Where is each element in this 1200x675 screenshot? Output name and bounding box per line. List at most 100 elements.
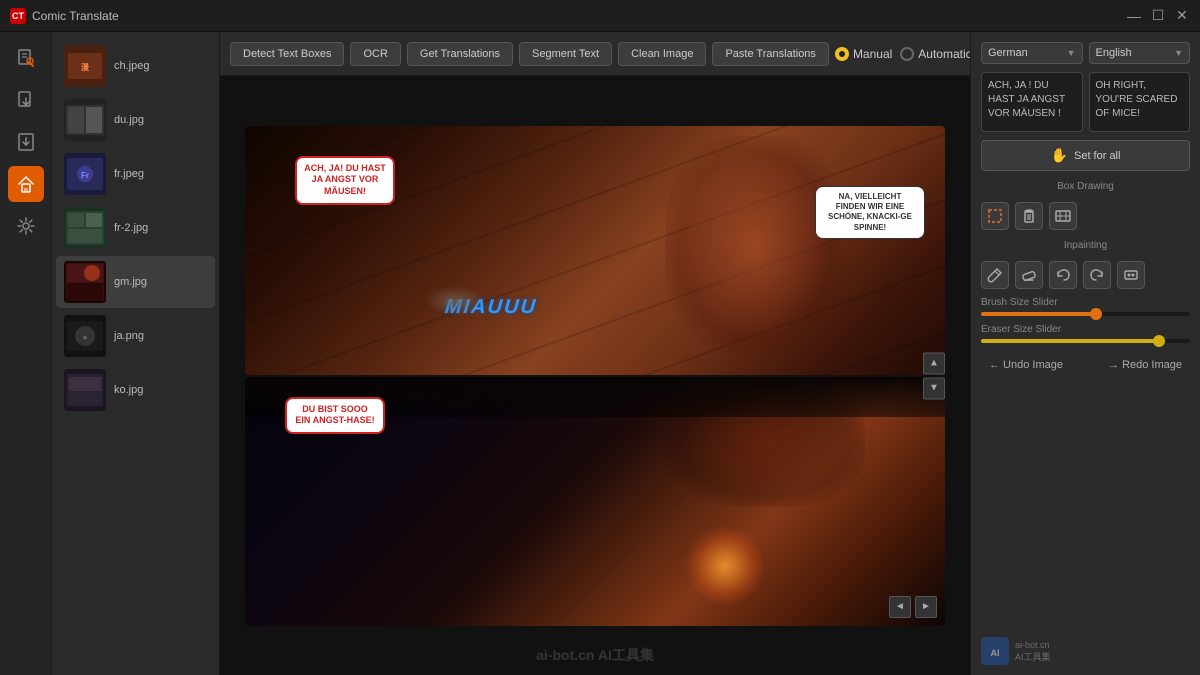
eraser-size-slider-row: Eraser Size Slider <box>981 324 1190 343</box>
branding-logo: AI <box>981 637 1009 665</box>
minimize-button[interactable]: — <box>1126 8 1142 24</box>
target-lang-label: English <box>1096 47 1132 59</box>
comic-area: MIAUUU ACH, JA! DU HAST JA ANGST VOR MÄU… <box>245 126 945 626</box>
undo-redo-row: ← Undo Image → Redo Image <box>981 355 1190 375</box>
sidebar-settings-icon[interactable] <box>8 208 44 244</box>
file-item-fr2[interactable]: fr-2.jpg <box>56 202 215 254</box>
mode-manual[interactable]: Manual <box>835 47 892 61</box>
window-controls: — ☐ ✕ <box>1126 8 1190 24</box>
file-item-ch[interactable]: 漫 ch.jpeg <box>56 40 215 92</box>
ocr-button[interactable]: OCR <box>350 42 400 66</box>
mode-automatic-radio[interactable] <box>900 47 914 61</box>
translation-row: ACH, JA ! DU HAST JA ANGST VOR MÄUSEN ! … <box>981 72 1190 132</box>
branding: AI ai-bot.cn AI工具集 <box>981 629 1190 665</box>
titlebar-left: CT Comic Translate <box>10 8 119 24</box>
undo-icon[interactable] <box>1049 261 1077 289</box>
brush-size-track[interactable] <box>981 312 1190 316</box>
delete-box-icon[interactable] <box>1015 202 1043 230</box>
inpainting-tools <box>981 261 1190 289</box>
file-item-fr[interactable]: Fr fr.jpeg <box>56 148 215 200</box>
redo-icon[interactable] <box>1083 261 1111 289</box>
svg-text:Fr: Fr <box>81 171 89 180</box>
target-text-box[interactable]: OH RIGHT, YOU'RE SCARED OF MICE! <box>1089 72 1191 132</box>
main-layout: 漫 ch.jpeg du.jpg Fr fr.jpeg fr-2.jpg <box>0 32 1200 675</box>
target-lang-chevron: ▼ <box>1174 48 1183 58</box>
mode-selector: Manual Automatic <box>835 47 970 61</box>
mode-manual-radio[interactable] <box>835 47 849 61</box>
brush-size-thumb[interactable] <box>1090 308 1102 320</box>
file-item-du[interactable]: du.jpg <box>56 94 215 146</box>
detect-boxes-button[interactable]: Detect Text Boxes <box>230 42 344 66</box>
scroll-controls: ▲ ▼ <box>923 352 945 399</box>
file-thumb-fr2 <box>64 207 106 249</box>
file-thumb-du <box>64 99 106 141</box>
redo-image-button[interactable]: → Redo Image <box>1100 355 1190 375</box>
file-thumb-gm <box>64 261 106 303</box>
set-for-all-label: Set for all <box>1074 150 1120 162</box>
nav-left-arrow[interactable]: ◄ <box>889 596 911 618</box>
svg-text:AI: AI <box>991 648 1000 658</box>
sidebar-export-icon[interactable] <box>8 82 44 118</box>
file-name-ko: ko.jpg <box>114 384 143 396</box>
eraser-size-label: Eraser Size Slider <box>981 324 1190 335</box>
mask-icon[interactable] <box>1117 261 1145 289</box>
sidebar-home-icon[interactable] <box>8 166 44 202</box>
source-lang-chevron: ▼ <box>1067 48 1076 58</box>
scroll-down-arrow[interactable]: ▼ <box>923 377 945 399</box>
hand-icon: ✋ <box>1051 147 1068 164</box>
panel-1: MIAUUU ACH, JA! DU HAST JA ANGST VOR MÄU… <box>245 126 945 375</box>
eraser-size-fill <box>981 339 1159 343</box>
file-name-fr: fr.jpeg <box>114 168 144 180</box>
eraser-size-track[interactable] <box>981 339 1190 343</box>
file-name-ja: ja.png <box>114 330 144 342</box>
brush-icon[interactable] <box>981 261 1009 289</box>
titlebar: CT Comic Translate — ☐ ✕ <box>0 0 1200 32</box>
speech-bubble-2: NA, VIELLEICHT FINDEN WIR EINE SCHÖNE, K… <box>815 186 925 240</box>
eraser-size-thumb[interactable] <box>1153 335 1165 347</box>
panel-2: DU BIST SOOO EIN ANGST-HASE! <box>245 377 945 626</box>
right-panel: German ▼ English ▼ ACH, JA ! DU HAST JA … <box>970 32 1200 675</box>
nav-arrows: ◄ ► <box>889 596 937 618</box>
eraser-icon[interactable] <box>1015 261 1043 289</box>
scroll-up-arrow[interactable]: ▲ <box>923 352 945 374</box>
maximize-button[interactable]: ☐ <box>1150 8 1166 24</box>
clean-image-button[interactable]: Clean Image <box>618 42 706 66</box>
lang-selectors: German ▼ English ▼ <box>981 42 1190 64</box>
segment-text-button[interactable]: Segment Text <box>519 42 612 66</box>
file-name-fr2: fr-2.jpg <box>114 222 148 234</box>
file-thumb-ko <box>64 369 106 411</box>
draw-box-icon[interactable] <box>981 202 1009 230</box>
svg-text:●: ● <box>83 333 88 342</box>
sidebar-new-icon[interactable] <box>8 40 44 76</box>
mode-manual-label: Manual <box>853 47 892 61</box>
branding-text: ai-bot.cn AI工具集 <box>1015 640 1051 663</box>
file-item-gm[interactable]: gm.jpg <box>56 256 215 308</box>
brush-size-label: Brush Size Slider <box>981 297 1190 308</box>
sidebar-save-icon[interactable] <box>8 124 44 160</box>
nav-right-arrow[interactable]: ► <box>915 596 937 618</box>
brush-size-slider-row: Brush Size Slider <box>981 297 1190 316</box>
file-name-ch: ch.jpeg <box>114 60 149 72</box>
speech-bubble-3: DU BIST SOOO EIN ANGST-HASE! <box>285 397 385 434</box>
close-button[interactable]: ✕ <box>1174 8 1190 24</box>
sidebar-icons <box>0 32 52 675</box>
set-for-all-button[interactable]: ✋ Set for all <box>981 140 1190 171</box>
settings-box-icon[interactable] <box>1049 202 1077 230</box>
file-name-du: du.jpg <box>114 114 144 126</box>
miauuu-text: MIAUUU <box>444 296 538 319</box>
watermark: ai-bot.cn AI工具集 <box>536 645 654 665</box>
image-canvas[interactable]: MIAUUU ACH, JA! DU HAST JA ANGST VOR MÄU… <box>220 76 970 675</box>
mode-automatic[interactable]: Automatic <box>900 47 970 61</box>
source-text-box[interactable]: ACH, JA ! DU HAST JA ANGST VOR MÄUSEN ! <box>981 72 1083 132</box>
get-translations-button[interactable]: Get Translations <box>407 42 513 66</box>
file-item-ko[interactable]: ko.jpg <box>56 364 215 416</box>
undo-image-button[interactable]: ← Undo Image <box>981 355 1071 375</box>
file-item-ja[interactable]: ● ja.png <box>56 310 215 362</box>
file-list: 漫 ch.jpeg du.jpg Fr fr.jpeg fr-2.jpg <box>52 32 220 675</box>
source-lang-select[interactable]: German ▼ <box>981 42 1083 64</box>
paste-translations-button[interactable]: Paste Translations <box>712 42 829 66</box>
file-thumb-fr: Fr <box>64 153 106 195</box>
app-title: Comic Translate <box>32 9 119 23</box>
target-lang-select[interactable]: English ▼ <box>1089 42 1191 64</box>
inpainting-label: Inpainting <box>981 240 1190 251</box>
